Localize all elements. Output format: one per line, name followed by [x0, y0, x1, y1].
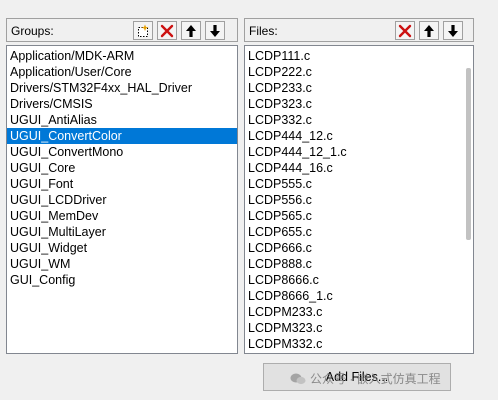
move-up-icon [424, 24, 434, 37]
groups-list[interactable]: Application/MDK-ARM Application/User/Core… [6, 45, 238, 354]
group-list-item[interactable]: UGUI_ConvertColor [7, 128, 237, 144]
group-list-item[interactable]: GUI_Config [7, 272, 237, 288]
move-up-icon [186, 24, 196, 37]
file-list-item[interactable]: LCDP323.c [245, 96, 473, 112]
wechat-icon [290, 373, 306, 384]
move-file-up-button[interactable] [419, 21, 439, 40]
watermark: 公众号 · 嵌入式仿真工程 [290, 370, 441, 387]
group-list-item[interactable]: UGUI_LCDDriver [7, 192, 237, 208]
group-list-item[interactable]: Drivers/CMSIS [7, 96, 237, 112]
group-list-item[interactable]: Drivers/STM32F4xx_HAL_Driver [7, 80, 237, 96]
new-group-icon [138, 24, 149, 37]
group-list-item[interactable]: Application/MDK-ARM [7, 48, 237, 64]
group-list-item[interactable]: UGUI_AntiAlias [7, 112, 237, 128]
group-list-item[interactable]: UGUI_Core [7, 160, 237, 176]
file-list-item[interactable]: LCDP111.c [245, 48, 473, 64]
file-list-item[interactable]: LCDPM233.c [245, 304, 473, 320]
delete-icon [160, 24, 174, 37]
delete-icon [398, 24, 412, 37]
file-list-item[interactable]: LCDP233.c [245, 80, 473, 96]
files-header: Files: [244, 18, 474, 42]
file-list-item[interactable]: LCDP332.c [245, 112, 473, 128]
files-scrollbar[interactable] [466, 68, 471, 240]
move-down-icon [448, 24, 458, 37]
group-list-item[interactable]: UGUI_MemDev [7, 208, 237, 224]
file-list-item[interactable]: LCDP444_12.c [245, 128, 473, 144]
file-list-item[interactable]: LCDP444_16.c [245, 160, 473, 176]
file-list-item[interactable]: LCDP8666.c [245, 272, 473, 288]
groups-title: Groups: [11, 24, 54, 38]
move-file-down-button[interactable] [443, 21, 463, 40]
file-list-item[interactable]: LCDP8666_1.c [245, 288, 473, 304]
new-group-button[interactable] [133, 21, 153, 40]
file-list-item[interactable]: LCDP565.c [245, 208, 473, 224]
move-down-icon [210, 24, 220, 37]
file-list-item[interactable]: LCDP555.c [245, 176, 473, 192]
file-list-item[interactable]: LCDPM332.c [245, 336, 473, 352]
group-list-item[interactable]: Application/User/Core [7, 64, 237, 80]
groups-header: Groups: [6, 18, 238, 42]
group-list-item[interactable]: UGUI_WM [7, 256, 237, 272]
delete-file-button[interactable] [395, 21, 415, 40]
file-list-item[interactable]: LCDP666.c [245, 240, 473, 256]
file-list-item[interactable]: LCDP556.c [245, 192, 473, 208]
file-list-item[interactable]: LCDPM323.c [245, 320, 473, 336]
delete-group-button[interactable] [157, 21, 177, 40]
move-group-up-button[interactable] [181, 21, 201, 40]
group-list-item[interactable]: UGUI_Font [7, 176, 237, 192]
group-list-item[interactable]: UGUI_Widget [7, 240, 237, 256]
file-list-item[interactable]: LCDP444_12_1.c [245, 144, 473, 160]
watermark-text: 公众号 · 嵌入式仿真工程 [310, 372, 441, 386]
file-list-item[interactable]: LCDP888.c [245, 256, 473, 272]
group-list-item[interactable]: UGUI_MultiLayer [7, 224, 237, 240]
files-list[interactable]: LCDP111.c LCDP222.c LCDP233.c LCDP323.c LCDP… [244, 45, 474, 354]
group-list-item[interactable]: UGUI_ConvertMono [7, 144, 237, 160]
file-list-item[interactable]: LCDP655.c [245, 224, 473, 240]
files-title: Files: [249, 24, 278, 38]
move-group-down-button[interactable] [205, 21, 225, 40]
file-list-item[interactable]: LCDP222.c [245, 64, 473, 80]
